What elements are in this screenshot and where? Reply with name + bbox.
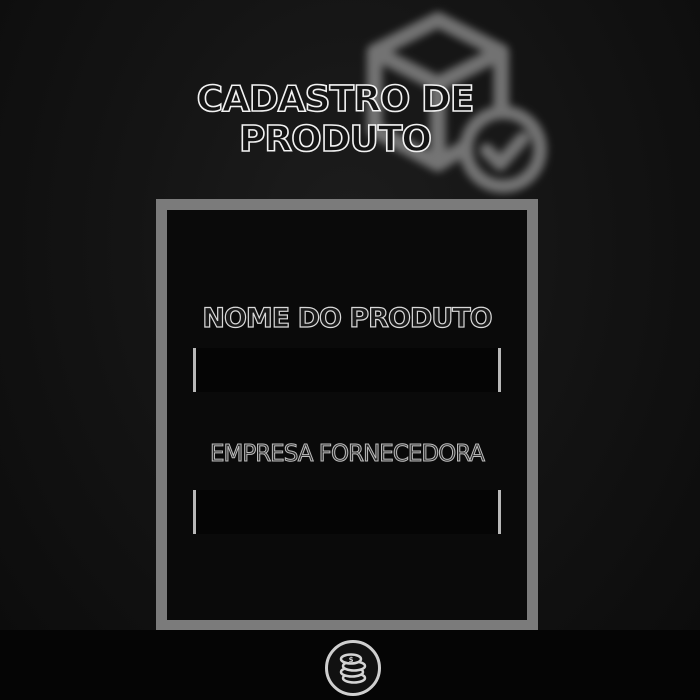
coins-icon: $ xyxy=(339,653,367,684)
app-screen: CADASTRO DE PRODUTO NOME DO PRODUTO EMPR… xyxy=(0,0,700,700)
product-name-input[interactable] xyxy=(193,348,501,392)
coins-button[interactable]: $ xyxy=(325,640,381,696)
svg-text:$: $ xyxy=(349,656,354,664)
page-title: CADASTRO DE PRODUTO xyxy=(196,79,475,161)
supplier-input[interactable] xyxy=(193,490,501,534)
product-name-label: NOME DO PRODUTO xyxy=(202,302,493,334)
supplier-label: EMPRESA FORNECEDORA xyxy=(209,441,485,468)
product-registration-form: NOME DO PRODUTO EMPRESA FORNECEDORA xyxy=(156,199,538,631)
